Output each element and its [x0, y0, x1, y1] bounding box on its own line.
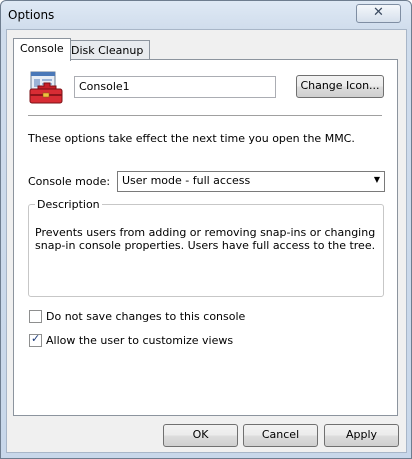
description-title: Description — [35, 198, 102, 211]
dialog-body: Console Disk Cleanup Console1 Change Ico — [6, 29, 407, 453]
description-text: Prevents users from adding or removing s… — [35, 226, 376, 252]
info-text: These options take effect the next time … — [28, 132, 355, 145]
console-name-value: Console1 — [79, 80, 130, 93]
console-toolbox-icon — [29, 71, 63, 104]
cancel-button[interactable]: Cancel — [243, 424, 318, 447]
apply-label: Apply — [345, 428, 378, 441]
console-tab-panel: Console1 Change Icon... These options ta… — [13, 59, 398, 416]
allow-customize-checkbox[interactable] — [29, 332, 42, 347]
window-title: Options — [8, 8, 55, 22]
console-mode-label: Console mode: — [28, 175, 111, 188]
apply-button[interactable]: Apply — [324, 424, 399, 447]
tab-disk-cleanup[interactable]: Disk Cleanup — [64, 40, 151, 61]
chevron-down-icon: ▼ — [373, 175, 380, 184]
cancel-label: Cancel — [261, 428, 300, 441]
ok-label: OK — [192, 428, 209, 441]
allow-customize-checkbox-row[interactable]: Allow the user to customize views — [29, 332, 234, 347]
tab-console-label: Console — [20, 42, 64, 55]
ok-button[interactable]: OK — [163, 424, 238, 447]
tab-console[interactable]: Console — [13, 38, 71, 61]
close-icon: ✕ — [373, 5, 384, 20]
close-button[interactable]: ✕ — [356, 4, 401, 23]
console-mode-value: User mode - full access — [122, 174, 251, 187]
change-icon-button[interactable]: Change Icon... — [296, 75, 384, 98]
do-not-save-label: Do not save changes to this console — [46, 310, 246, 323]
do-not-save-checkbox-row[interactable]: Do not save changes to this console — [29, 310, 245, 323]
title-bar: Options ✕ — [1, 1, 411, 29]
change-icon-label: Change Icon... — [300, 79, 380, 92]
allow-customize-label: Allow the user to customize views — [46, 334, 234, 347]
tab-disk-cleanup-label: Disk Cleanup — [71, 44, 144, 57]
separator — [28, 115, 382, 116]
do-not-save-checkbox[interactable] — [29, 310, 42, 323]
console-mode-select[interactable]: User mode - full access ▼ — [117, 171, 385, 192]
options-dialog: Options ✕ Console Disk Cleanup Console1 … — [0, 0, 412, 459]
description-group: Description Prevents users from adding o… — [28, 198, 384, 297]
console-name-field[interactable]: Console1 — [74, 76, 276, 98]
